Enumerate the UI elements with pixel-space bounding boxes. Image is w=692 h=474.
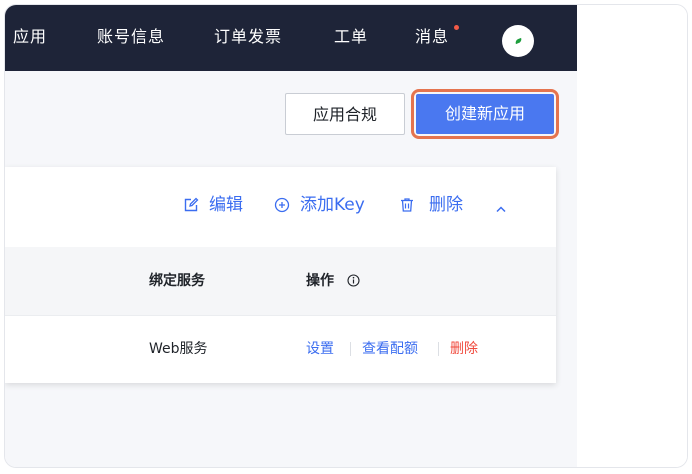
delete-label: 删除 <box>429 195 463 215</box>
view-quota-link[interactable]: 查看配额 <box>362 340 418 358</box>
settings-link[interactable]: 设置 <box>306 340 334 358</box>
create-new-app-button[interactable]: 创建新应用 <box>416 94 554 134</box>
unread-badge-dot <box>454 25 459 30</box>
right-blank-panel <box>577 5 687 467</box>
window-frame: 应用 账号信息 订单发票 工单 消息 应用合规 创建新应用 编辑 添加Key 删… <box>4 4 688 468</box>
app-compliance-button[interactable]: 应用合规 <box>285 93 405 135</box>
top-navigation-bar: 应用 账号信息 订单发票 工单 消息 <box>5 5 577 71</box>
table-header: 绑定服务 操作 <box>5 247 556 316</box>
add-circle-icon <box>274 197 290 213</box>
column-header-service: 绑定服务 <box>149 273 205 289</box>
nav-item-account-info[interactable]: 账号信息 <box>97 26 165 48</box>
app-card: 编辑 添加Key 删除 绑定服务 操作 Web服务 设置 查看配额 删除 <box>5 167 556 383</box>
table-row: Web服务 设置 查看配额 删除 <box>5 316 556 382</box>
leaf-icon <box>514 37 523 45</box>
service-cell: Web服务 <box>149 341 208 357</box>
delete-row-link[interactable]: 删除 <box>450 340 478 358</box>
trash-icon <box>401 198 413 212</box>
nav-item-tickets[interactable]: 工单 <box>334 26 368 48</box>
add-key-label: 添加Key <box>300 195 365 215</box>
card-toolbar: 编辑 添加Key 删除 <box>5 167 556 247</box>
column-header-actions: 操作 <box>306 273 334 289</box>
divider <box>438 342 439 356</box>
edit-icon <box>184 197 199 212</box>
nav-item-messages[interactable]: 消息 <box>415 26 449 48</box>
info-icon[interactable] <box>347 274 360 287</box>
divider <box>350 342 351 356</box>
nav-item-apps[interactable]: 应用 <box>13 26 47 48</box>
console-page: 应用 账号信息 订单发票 工单 消息 应用合规 创建新应用 编辑 添加Key 删… <box>5 5 577 467</box>
edit-label: 编辑 <box>209 195 243 215</box>
user-avatar[interactable] <box>502 25 534 57</box>
chevron-up-icon[interactable] <box>495 205 507 213</box>
nav-item-orders-invoices[interactable]: 订单发票 <box>214 26 282 48</box>
